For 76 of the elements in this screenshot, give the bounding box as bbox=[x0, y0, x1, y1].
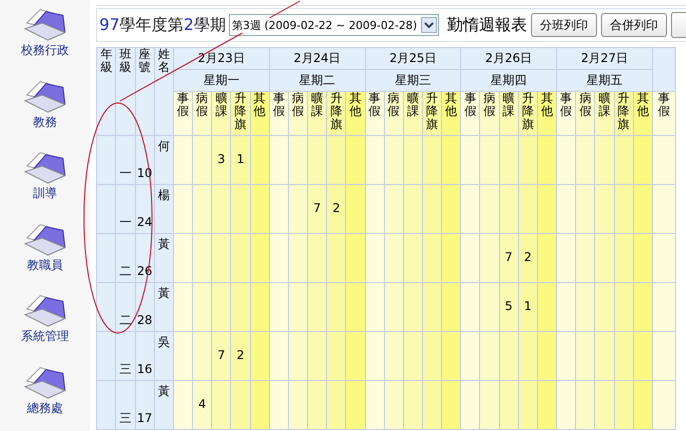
table-cell: 黃 bbox=[154, 282, 174, 332]
column-header: 升降旗 bbox=[230, 92, 250, 136]
report-title: 勤惰週報表 bbox=[447, 14, 527, 36]
sidebar-link[interactable]: 校務行政 bbox=[21, 42, 70, 59]
column-header: 其他 bbox=[346, 92, 366, 136]
column-header: 升降旗 bbox=[422, 92, 442, 136]
table-cell: 吳 bbox=[154, 332, 174, 380]
sidebar-link[interactable]: 教務 bbox=[33, 114, 58, 130]
table-cell: 3 bbox=[212, 136, 231, 184]
table-cell: 一 bbox=[116, 184, 136, 234]
sidebar-link[interactable]: 教職員 bbox=[27, 256, 64, 274]
print-button[interactable]: 分班列印 bbox=[531, 13, 597, 37]
column-header: 曠課 bbox=[308, 92, 327, 136]
column-header: 升降旗 bbox=[614, 92, 634, 136]
weekday-header: 星期四 bbox=[460, 70, 557, 92]
column-header: 事假 bbox=[556, 92, 576, 136]
column-header: 其他 bbox=[442, 92, 461, 136]
table-cell: 7 bbox=[212, 332, 231, 380]
table-cell: 4 bbox=[192, 380, 212, 430]
column-header: 事假 bbox=[269, 92, 288, 136]
weekday-header: 星期三 bbox=[365, 70, 461, 92]
table-cell: 二 bbox=[116, 234, 136, 282]
column-header: 事假 bbox=[652, 92, 676, 136]
column-header: 病假 bbox=[384, 92, 404, 136]
column-header: 病假 bbox=[192, 92, 212, 136]
table-cell: 黃 bbox=[154, 234, 174, 282]
semester-title: 97學年度第2學期 bbox=[99, 14, 226, 36]
weekday-header: 星期五 bbox=[556, 70, 652, 92]
column-header: 年級 bbox=[96, 48, 116, 136]
column-header: 其他 bbox=[537, 92, 557, 136]
button-edge[interactable] bbox=[671, 12, 686, 38]
table-cell: 1 bbox=[518, 282, 538, 332]
table-cell: 1 bbox=[230, 136, 250, 184]
table-cell: 三 bbox=[116, 332, 136, 380]
sidebar-link[interactable]: 訓導 bbox=[33, 185, 58, 202]
column-header: 事假 bbox=[460, 92, 480, 136]
column-header: 姓名 bbox=[154, 48, 174, 136]
week-dropdown[interactable]: 第3週 (2009-02-22 ~ 2009-02-28) bbox=[228, 14, 439, 36]
column-header: 曠課 bbox=[499, 92, 518, 136]
column-header: 座號 bbox=[135, 48, 154, 136]
table-cell: 2 bbox=[326, 184, 346, 234]
table-cell: 7 bbox=[499, 234, 518, 282]
date-header: 2月26日 bbox=[460, 48, 557, 70]
column-header: 事假 bbox=[365, 92, 384, 136]
column-header: 班級 bbox=[116, 48, 136, 136]
table-cell: 2 bbox=[230, 332, 250, 380]
sidebar-link[interactable]: 總務處 bbox=[27, 400, 64, 416]
table-cell: 三 bbox=[116, 380, 136, 430]
table-cell: 17 bbox=[135, 380, 154, 430]
table-cell: 何 bbox=[154, 136, 174, 184]
table-cell: 2 bbox=[518, 234, 538, 282]
column-header: 升降旗 bbox=[326, 92, 346, 136]
column-header: 升降旗 bbox=[518, 92, 538, 136]
date-header: 2月25日 bbox=[365, 48, 461, 70]
column-header: 病假 bbox=[576, 92, 595, 136]
date-header: 2月27日 bbox=[556, 48, 652, 70]
column-header: 曠課 bbox=[403, 92, 422, 136]
table-cell: 16 bbox=[135, 332, 154, 380]
sidebar-link[interactable]: 系統管理 bbox=[21, 328, 70, 345]
table-cell: 黃 bbox=[154, 380, 174, 430]
column-header: 曠課 bbox=[212, 92, 231, 136]
table-cell: 一 bbox=[116, 136, 136, 184]
print-button[interactable]: 合併列印 bbox=[601, 13, 667, 37]
column-header: 病假 bbox=[480, 92, 500, 136]
date-header: 2月24日 bbox=[269, 48, 366, 70]
column-header: 事假 bbox=[173, 92, 193, 136]
table-cell: 二 bbox=[116, 282, 136, 332]
table-cell: 5 bbox=[499, 282, 518, 332]
table-cell: 7 bbox=[308, 184, 327, 234]
table-cell: 楊 bbox=[154, 184, 174, 234]
column-header: 其他 bbox=[633, 92, 652, 136]
column-header: 其他 bbox=[250, 92, 270, 136]
weekday-header: 星期二 bbox=[269, 70, 366, 92]
column-header: 病假 bbox=[288, 92, 308, 136]
weekday-header: 星期一 bbox=[173, 70, 270, 92]
column-header: 曠課 bbox=[594, 92, 614, 136]
